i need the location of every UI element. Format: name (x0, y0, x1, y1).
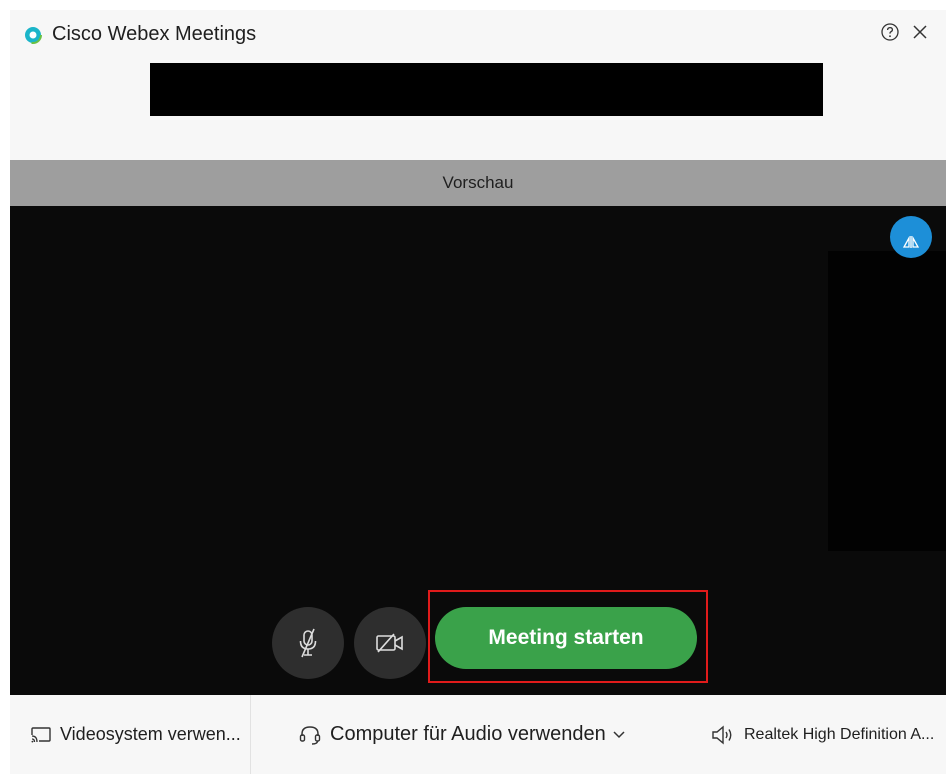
bottom-bar: Videosystem verwen... Computer für Audio… (10, 695, 946, 774)
cast-video-system-icon (31, 726, 51, 743)
video-system-label: Videosystem verwen... (60, 724, 241, 744)
speaker-selector[interactable]: Realtek High Definition A... (710, 695, 934, 774)
layout-toggle-icon (902, 236, 920, 248)
start-meeting-button[interactable]: Meeting starten (435, 607, 697, 669)
webex-logo-icon (24, 26, 42, 44)
microphone-muted-icon (299, 628, 317, 658)
webex-window: Cisco Webex Meetings Vorschau Meeting st… (0, 0, 952, 774)
use-video-system-button[interactable]: Videosystem verwen... (30, 695, 241, 774)
bottom-divider (250, 695, 251, 774)
preview-header: Vorschau (10, 160, 946, 206)
headset-icon (299, 725, 321, 745)
help-icon[interactable] (880, 22, 900, 42)
redacted-meeting-info (150, 63, 823, 116)
mute-microphone-button[interactable] (272, 607, 344, 679)
speaker-icon (712, 725, 732, 744)
video-preview: Meeting starten (10, 206, 946, 695)
preview-side-panel (828, 251, 946, 551)
audio-connection-dropdown[interactable]: Computer für Audio verwenden (298, 695, 634, 774)
layout-toggle-button[interactable] (890, 216, 932, 258)
audio-label: Computer für Audio verwenden (330, 723, 606, 745)
preview-title: Vorschau (442, 173, 514, 192)
app-title: Cisco Webex Meetings (52, 23, 257, 45)
speaker-label: Realtek High Definition A... (744, 725, 935, 743)
close-icon[interactable] (910, 22, 930, 42)
camera-off-icon (376, 633, 403, 653)
stop-video-button[interactable] (354, 607, 426, 679)
chevron-down-icon (613, 730, 625, 738)
title-bar: Cisco Webex Meetings (10, 10, 946, 160)
